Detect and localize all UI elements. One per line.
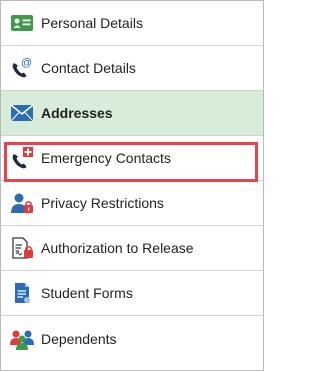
document-lock-icon	[9, 235, 35, 261]
menu-item-label: Contact Details	[41, 60, 136, 76]
id-card-icon	[9, 10, 35, 36]
menu-item-label: Addresses	[41, 105, 113, 121]
menu-item-contact-details[interactable]: @ Contact Details	[1, 46, 263, 91]
phone-at-icon: @	[9, 55, 35, 81]
menu-item-label: Personal Details	[41, 15, 143, 31]
menu-item-label: Authorization to Release	[41, 240, 194, 256]
menu-item-privacy-restrictions[interactable]: Privacy Restrictions	[1, 181, 263, 226]
menu-item-label: Emergency Contacts	[41, 150, 171, 166]
envelope-icon	[9, 100, 35, 126]
people-icon	[9, 326, 35, 352]
user-lock-icon	[9, 190, 35, 216]
menu-item-addresses[interactable]: Addresses	[1, 91, 263, 136]
menu-item-emergency-contacts[interactable]: Emergency Contacts	[1, 136, 263, 181]
form-document-icon	[9, 280, 35, 306]
phone-medical-icon	[9, 145, 35, 171]
menu-item-student-forms[interactable]: Student Forms	[1, 271, 263, 316]
menu-item-dependents[interactable]: Dependents	[1, 316, 263, 361]
menu-item-label: Student Forms	[41, 285, 133, 301]
svg-text:@: @	[21, 57, 32, 69]
menu-item-label: Privacy Restrictions	[41, 195, 164, 211]
menu-item-label: Dependents	[41, 330, 117, 347]
menu-item-personal-details[interactable]: Personal Details	[1, 1, 263, 46]
profile-side-menu: Personal Details @ Contact Details Addre…	[0, 0, 264, 371]
menu-item-authorization-to-release[interactable]: Authorization to Release	[1, 226, 263, 271]
